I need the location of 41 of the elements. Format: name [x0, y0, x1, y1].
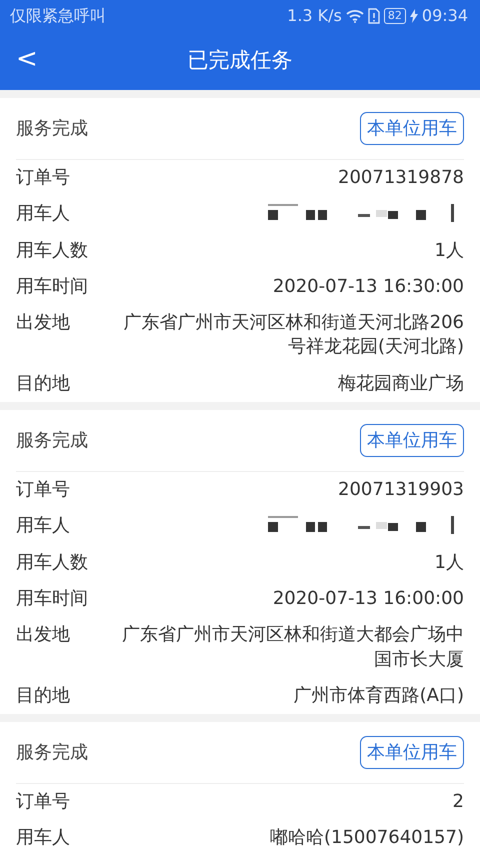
carrier-text: 仅限紧急呼叫	[10, 5, 106, 27]
field-label: 订单号	[16, 478, 71, 502]
field-label: 用车人数	[16, 550, 89, 575]
field-label: 用车人	[16, 514, 71, 538]
field-label: 目的地	[16, 684, 71, 708]
field-value: 20071319903	[337, 478, 464, 502]
field-label: 用车人数	[16, 238, 89, 263]
status-text: 服务完成	[16, 741, 88, 766]
status-text: 服务完成	[16, 429, 88, 454]
tag-button[interactable]: 本单位用车	[360, 424, 464, 458]
field-label: 用车人	[16, 202, 71, 226]
field-label: 用车人	[16, 826, 71, 850]
charging-icon	[410, 9, 418, 23]
tag-button[interactable]: 本单位用车	[360, 112, 464, 145]
field-value: 广东省广州市天河区林和街道大都会广场中国市长大厦	[121, 623, 464, 672]
field-label: 目的地	[16, 372, 71, 396]
field-value: 广州市体育西路(A口)	[292, 684, 464, 708]
wifi-icon	[346, 9, 364, 23]
back-button[interactable]: <	[8, 42, 46, 76]
field-value: 20071319878	[337, 166, 464, 190]
field-value: 嘟哈哈(15007640157)	[268, 826, 464, 850]
field-value: 2020-07-13 16:30:00	[272, 274, 464, 299]
field-label: 出发地	[16, 623, 71, 648]
field-label: 用车时间	[16, 586, 89, 611]
field-value: 广东省广州市天河区林和街道天河北路206号祥龙花园(天河北路)	[122, 311, 464, 360]
field-label: 出发地	[16, 311, 71, 336]
clock-text: 09:34	[422, 5, 468, 27]
field-value: 1人	[434, 550, 464, 575]
network-speed: 1.3 K/s	[287, 5, 342, 27]
tag-button[interactable]: 本单位用车	[360, 736, 464, 770]
field-value: 2020-07-13 16:00:00	[272, 586, 464, 611]
battery-indicator: 82	[384, 8, 406, 24]
sim-alert-icon	[368, 8, 380, 24]
field-value: 梅花园商业广场	[337, 372, 464, 396]
field-value: 1人	[434, 238, 464, 263]
field-label: 订单号	[16, 790, 71, 814]
field-label: 订单号	[16, 166, 71, 190]
field-value: 2	[452, 790, 464, 814]
status-text: 服务完成	[16, 117, 88, 141]
field-label: 用车时间	[16, 274, 89, 299]
page-title: 已完成任务	[188, 47, 292, 74]
